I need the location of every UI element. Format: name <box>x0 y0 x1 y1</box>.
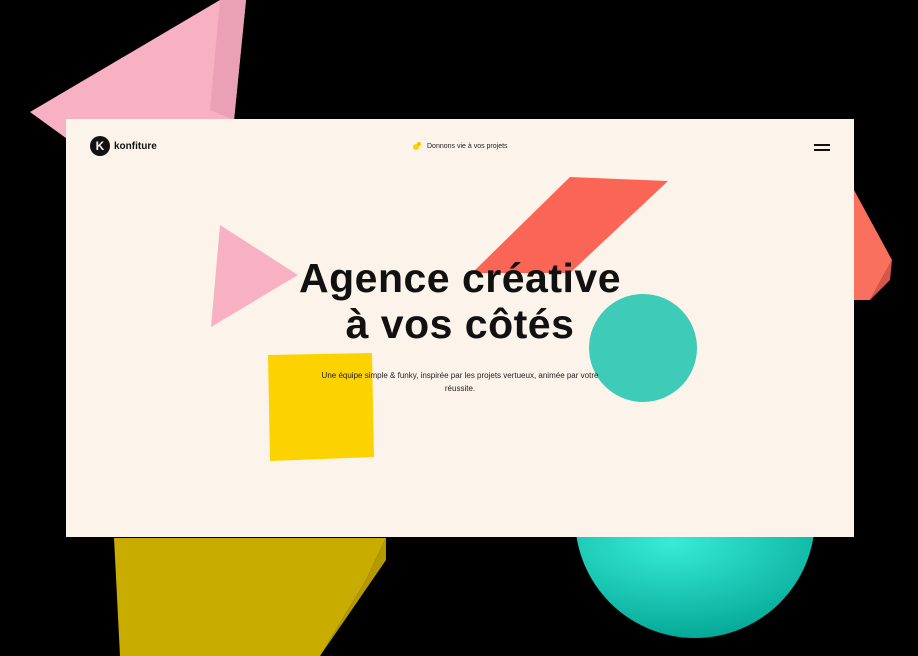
header-tagline: Donnons vie à vos projets <box>412 141 508 151</box>
logo-text: konfiture <box>114 140 157 152</box>
hero-title-line-2: à vos côtés <box>345 301 575 347</box>
yellow-square-shape <box>268 353 374 461</box>
hero-title: Agence créative à vos côtés <box>66 255 854 347</box>
sparkle-icon <box>413 142 421 150</box>
background-yellow-cube <box>114 538 386 656</box>
tagline-text: Donnons vie à vos projets <box>427 142 508 150</box>
hero-title-line-1: Agence créative <box>298 255 621 301</box>
hamburger-menu-icon[interactable] <box>814 142 830 152</box>
website-hero-card: K konfiture Donnons vie à vos projets Ag… <box>66 119 854 537</box>
logo-mark-icon: K <box>90 136 110 156</box>
logo[interactable]: K konfiture <box>90 136 157 156</box>
hero-subtitle: Une équipe simple & funky, inspirée par … <box>321 371 599 393</box>
